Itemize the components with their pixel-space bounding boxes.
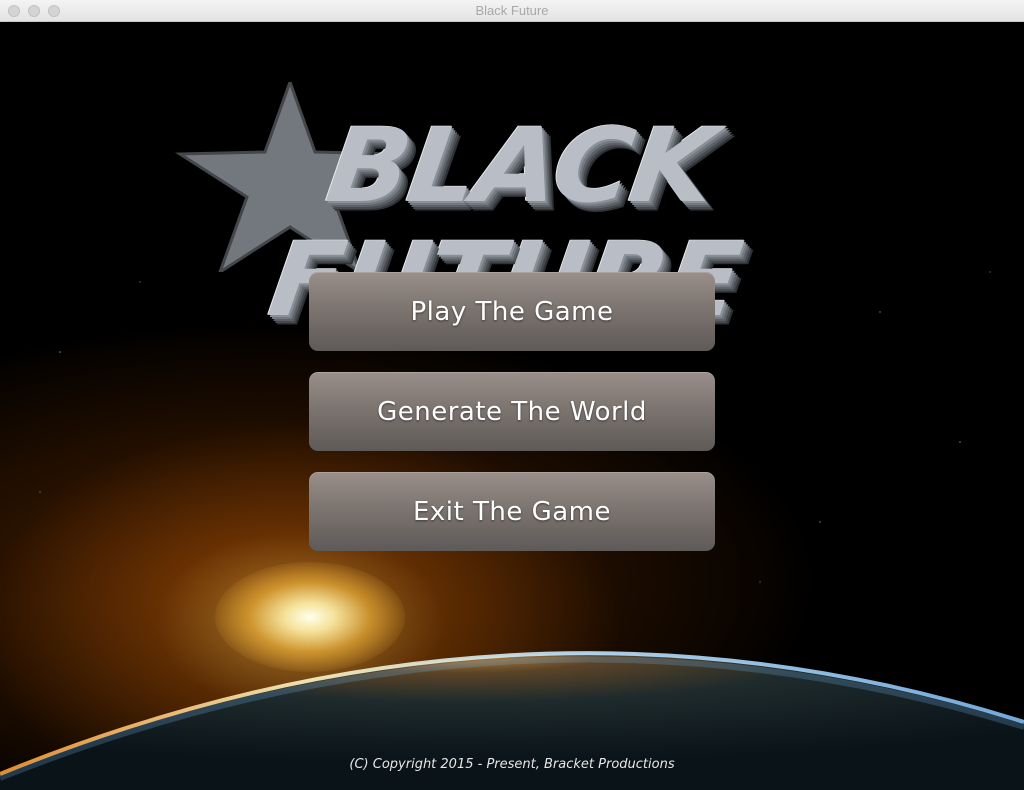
play-game-label: Play The Game <box>410 296 614 327</box>
exit-game-button[interactable]: Exit The Game <box>309 472 715 551</box>
window-title: Black Future <box>475 3 549 18</box>
play-game-button[interactable]: Play The Game <box>309 272 715 351</box>
copyright-notice: (C) Copyright 2015 - Present, Bracket Pr… <box>349 757 675 772</box>
generate-world-label: Generate The World <box>377 396 647 427</box>
sun-glow <box>215 562 405 672</box>
game-viewport: BLACK FUTURE Play The Game Generate The … <box>0 22 1024 790</box>
game-logo: BLACK FUTURE <box>95 72 930 340</box>
exit-game-label: Exit The Game <box>412 496 612 527</box>
window-titlebar: Black Future <box>0 0 1024 22</box>
generate-world-button[interactable]: Generate The World <box>309 372 715 451</box>
